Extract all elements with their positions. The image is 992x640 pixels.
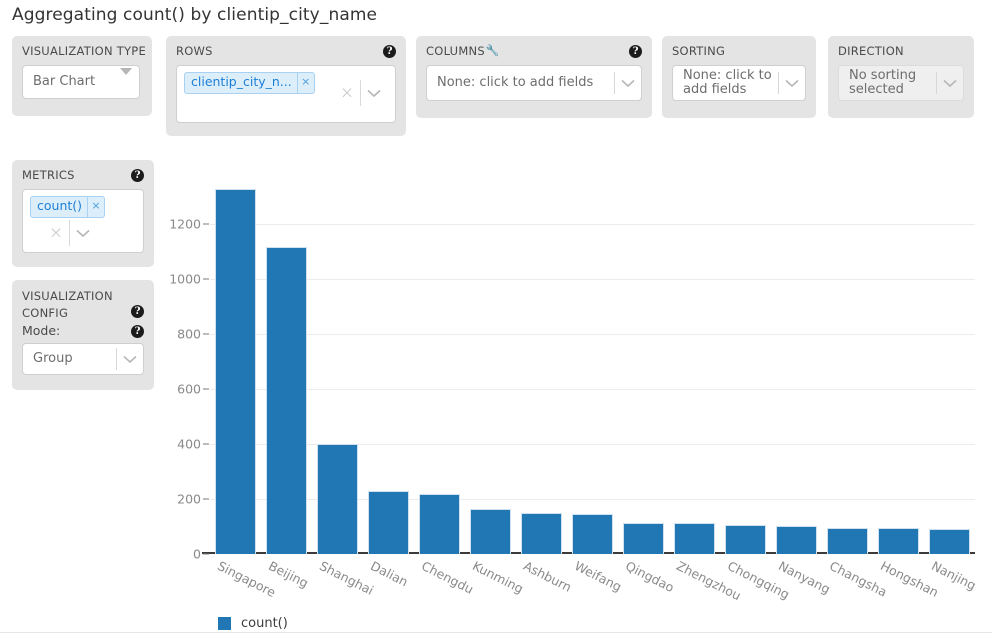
bar[interactable] [827,527,868,554]
rows-actions: × [334,80,387,106]
y-axis-tick-mark [203,498,209,500]
y-axis-tick-mark [203,553,209,555]
rows-chip-label: clientip_city_n... [191,74,292,89]
panel-columns: COLUMNS 🔧 ? None: click to add fields [416,36,652,118]
bar[interactable] [317,443,358,554]
x-axis-tick-label: Qingdao [622,558,677,596]
bar[interactable] [929,528,970,554]
direction-value: No sorting selected [849,68,917,97]
visualization-builder-page: Aggregating count() by clientip_city_nam… [0,0,992,640]
y-axis-tick-mark [203,278,209,280]
chevron-down-icon-direction[interactable] [937,79,963,88]
rows-clear-icon[interactable]: × [334,84,360,102]
y-axis-tick-label: 200 [177,491,201,507]
panel-visualization-type: VISUALIZATION TYPE Bar Chart [12,36,152,116]
bar[interactable] [674,523,715,554]
sorting-field-box[interactable]: None: click to add fields [672,65,806,101]
columns-field-box[interactable]: None: click to add fields [426,65,642,101]
sorting-value: None: click to add fields [683,68,772,97]
x-axis-tick-label: Shanghai [316,558,376,598]
y-axis-tick-label: 1000 [169,271,201,287]
x-axis-tick-label: Kunming [469,558,526,597]
chart-legend: count() [218,616,288,631]
panel-sorting-head: SORTING [672,44,806,58]
columns-value: None: click to add fields [437,75,594,90]
bar[interactable] [878,527,919,554]
panel-rows: ROWS ? clientip_city_n... × × [166,36,406,136]
y-axis-tick-mark [203,333,209,335]
panel-columns-title: COLUMNS [426,44,485,58]
y-axis-tick-mark [203,223,209,225]
bar-chart: 0 200 400 600 800 1000 1200 Singapore Beijing Sha… [0,150,992,640]
chevron-down-icon-rows[interactable] [361,89,387,98]
panel-columns-head: COLUMNS 🔧 ? [426,44,642,58]
panel-sorting-title: SORTING [672,44,726,58]
gridline [210,223,975,225]
bar[interactable] [572,514,613,554]
legend-swatch-count [218,617,231,630]
bottom-divider [0,632,992,633]
rows-chip-clientip-city-name[interactable]: clientip_city_n... × [184,72,315,94]
y-axis-tick-label: 400 [177,436,201,452]
chart-plot-area: 0 200 400 600 800 1000 1200 Singapore Beijing Sha… [169,185,978,603]
gridline [210,388,975,390]
bar[interactable] [776,526,817,554]
chevron-down-icon-sorting[interactable] [779,79,805,88]
y-axis-tick-label: 0 [193,546,201,562]
panel-sorting: SORTING None: click to add fields [662,36,816,118]
rows-chip-remove-icon[interactable]: × [296,73,314,93]
y-axis-tick-label: 1200 [169,216,201,232]
help-icon-rows[interactable]: ? [383,44,396,58]
wrench-icon-columns[interactable]: 🔧 [486,45,500,57]
y-axis-tick-mark [203,388,209,390]
x-axis-tick-label: Weifang [571,558,624,595]
bar[interactable] [623,522,664,554]
bar[interactable] [419,493,460,554]
bar[interactable] [215,189,256,554]
x-axis-tick-label: Hongshan [877,558,941,600]
help-icon-columns[interactable]: ? [629,44,642,58]
triangle-down-icon[interactable] [113,68,139,89]
legend-label-count: count() [241,616,288,631]
panel-rows-title: ROWS [176,44,213,58]
x-axis-tick-label: Changsha [826,558,889,600]
direction-field-box[interactable]: No sorting selected [838,65,964,101]
x-axis-tick-label: Chengdu [418,558,476,597]
gridline [210,278,975,280]
bar[interactable] [266,246,307,554]
panel-rows-head: ROWS ? [176,44,396,58]
page-title: Aggregating count() by clientip_city_nam… [12,5,378,25]
y-axis-tick-label: 600 [177,381,201,397]
panel-visualization-type-head: VISUALIZATION TYPE [22,44,146,58]
y-axis-tick-mark [203,443,209,445]
bar[interactable] [725,525,766,554]
panel-direction-head: DIRECTION [838,44,964,58]
bar[interactable] [470,509,511,554]
y-axis-tick-label: 800 [177,326,201,342]
visualization-type-value: Bar Chart [33,74,96,89]
x-axis-tick-label: Singapore [214,558,278,600]
panel-direction: DIRECTION No sorting selected [828,36,974,118]
bar[interactable] [521,512,562,554]
visualization-type-select[interactable]: Bar Chart [22,65,140,99]
x-axis-tick-label: Ashburn [520,558,574,595]
chevron-down-icon-columns[interactable] [615,79,641,88]
panel-visualization-type-title: VISUALIZATION TYPE [22,44,146,58]
panel-direction-title: DIRECTION [838,44,904,58]
bar[interactable] [368,490,409,554]
rows-field-box[interactable]: clientip_city_n... × × [176,65,396,123]
gridline [210,333,975,335]
